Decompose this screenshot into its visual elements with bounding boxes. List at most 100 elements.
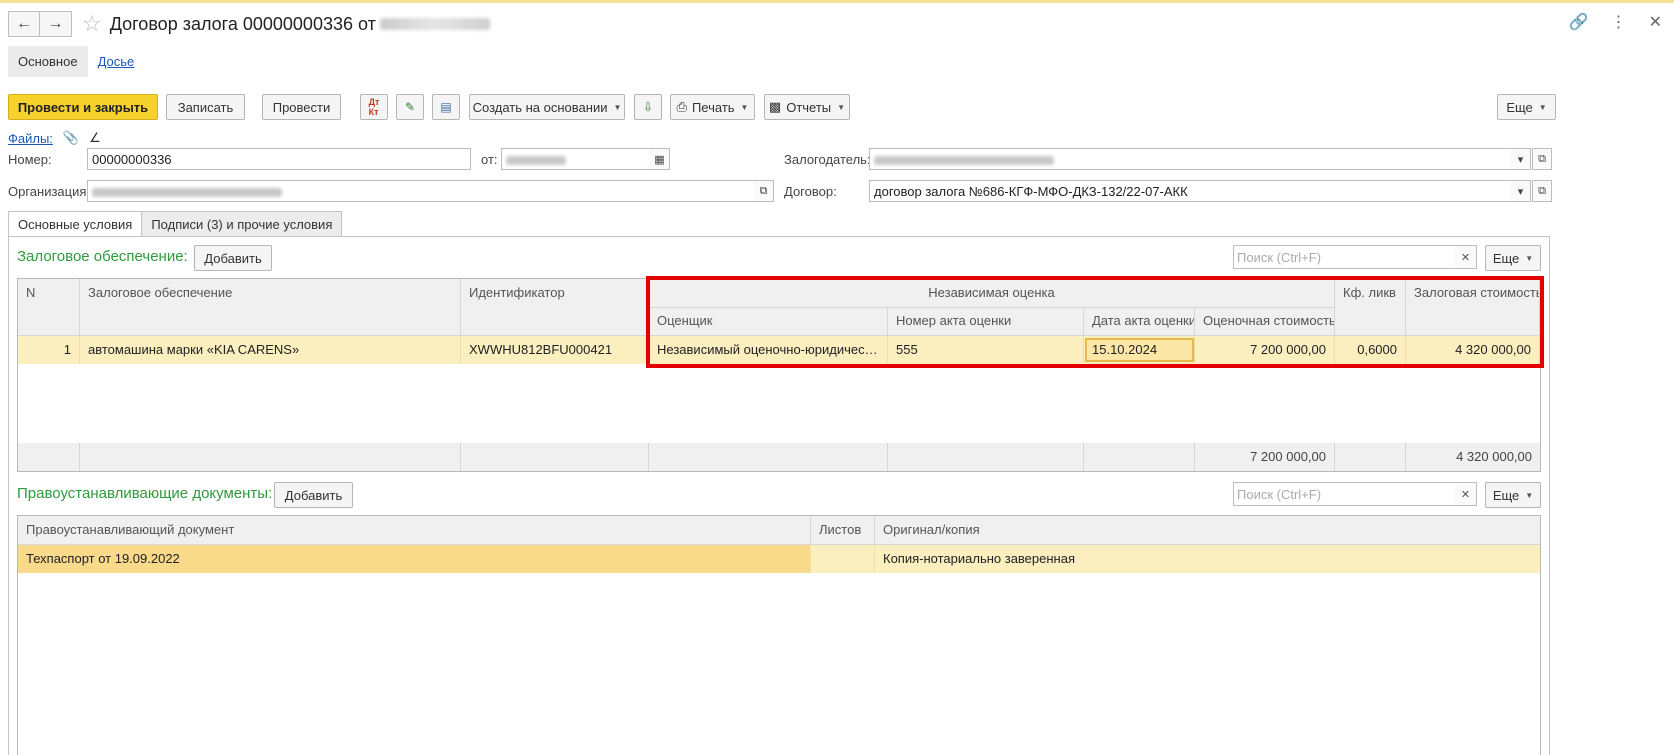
footer-cell xyxy=(80,443,461,471)
title-docs-search-clear-button[interactable]: ✕ xyxy=(1455,482,1477,506)
forward-button[interactable]: → xyxy=(40,11,72,37)
hierarchy-icon: ▤ xyxy=(440,100,452,114)
create-based-on-label: Создать на основании xyxy=(472,99,608,115)
pencil-icon: ✎ xyxy=(404,100,416,114)
more-vertical-icon[interactable]: ⋮ xyxy=(1611,12,1627,32)
files-link[interactable]: Файлы: xyxy=(8,131,53,146)
footer-cell xyxy=(888,443,1084,471)
cell-collateral[interactable]: автомашина марки «KIA CARENS» xyxy=(80,336,461,364)
redacted-organization xyxy=(92,188,282,198)
highlight-annotation xyxy=(646,276,1544,368)
cell-identifier[interactable]: XWWHU812BFU000421 xyxy=(461,336,649,364)
command-bar: Провести и закрыть Записать Провести Дт К… xyxy=(8,94,1658,120)
pledgor-dropdown-button[interactable]: ▾ xyxy=(1511,148,1531,170)
reports-button[interactable]: ▩ Отчеты ▼ xyxy=(764,94,850,120)
calendar-button[interactable]: ▦ xyxy=(650,148,670,170)
column-header-document[interactable]: Правоустанавливающий документ xyxy=(18,516,811,545)
more-label: Еще xyxy=(1492,250,1520,266)
calendar-icon: ▦ xyxy=(654,153,665,166)
paperclip-icon[interactable]: 📎 xyxy=(63,130,79,146)
chevron-down-icon: ▼ xyxy=(1525,253,1534,263)
open-icon: ⧉ xyxy=(1538,152,1546,165)
contract-open-button[interactable]: ⧉ xyxy=(1532,180,1552,202)
edit-button[interactable]: ✎ xyxy=(396,94,424,120)
chart-icon: ▩ xyxy=(768,99,782,114)
title-docs-section-title: Правоустанавливающие документы: xyxy=(17,485,273,502)
footer-cell xyxy=(649,443,888,471)
tab-signatures[interactable]: Подписи (3) и прочие условия xyxy=(142,211,343,237)
close-icon[interactable]: ✕ xyxy=(1649,12,1662,32)
post-button[interactable]: Провести xyxy=(262,94,341,120)
title-docs-add-button[interactable]: Добавить xyxy=(274,482,353,508)
section-main[interactable]: Основное xyxy=(8,46,88,77)
pledgor-field[interactable] xyxy=(869,148,1512,170)
signature-icon[interactable]: ∠ xyxy=(89,130,101,146)
chevron-down-icon: ▾ xyxy=(1517,185,1524,198)
open-icon: ⧉ xyxy=(759,184,768,197)
collateral-search-clear-button[interactable]: ✕ xyxy=(1455,245,1477,269)
organization-label: Организация: xyxy=(8,184,91,199)
title-docs-more-button[interactable]: Еще ▼ xyxy=(1485,482,1541,508)
title-docs-table: Правоустанавливающий документ Листов Ори… xyxy=(17,515,1541,755)
save-button[interactable]: Записать xyxy=(166,94,245,120)
arrow-right-icon: → xyxy=(47,15,64,32)
print-label: Печать xyxy=(691,99,735,115)
title-docs-search-input[interactable]: Поиск (Ctrl+F) xyxy=(1233,482,1456,506)
collateral-add-button[interactable]: Добавить xyxy=(194,245,272,271)
footer-cell xyxy=(1335,443,1406,471)
dt-kt-movements-button[interactable]: Дт Кт xyxy=(360,94,388,120)
organization-field[interactable] xyxy=(87,180,755,202)
section-dossier[interactable]: Досье xyxy=(88,46,145,77)
chevron-down-icon: ▼ xyxy=(740,102,749,112)
footer-total-pledge-value: 4 320 000,00 xyxy=(1406,443,1540,471)
column-header-original[interactable]: Оригинал/копия xyxy=(875,516,1540,545)
create-based-on-button[interactable]: Создать на основании ▼ xyxy=(469,94,625,120)
column-header-sheets[interactable]: Листов xyxy=(811,516,875,545)
more-label: Еще xyxy=(1492,487,1520,503)
export-button[interactable]: ⇩ xyxy=(634,94,662,120)
title-bar: ← → ☆ Договор залога 00000000336 от xyxy=(8,10,490,38)
close-icon: ✕ xyxy=(1460,251,1471,264)
files-row: Файлы: 📎 ∠ xyxy=(8,130,101,146)
redacted-date-value xyxy=(506,156,566,166)
collateral-search-input[interactable]: Поиск (Ctrl+F) xyxy=(1233,245,1456,269)
more-button[interactable]: Еще ▼ xyxy=(1497,94,1556,120)
number-field[interactable]: 00000000336 xyxy=(87,148,471,170)
footer-cell xyxy=(1084,443,1195,471)
close-icon: ✕ xyxy=(1460,488,1471,501)
chevron-down-icon: ▼ xyxy=(1525,490,1534,500)
cell-original[interactable]: Копия-нотариально заверенная xyxy=(875,545,1540,573)
column-header-n[interactable]: N xyxy=(18,279,80,336)
collateral-section-title: Залоговое обеспечение: xyxy=(17,248,188,265)
column-header-identifier[interactable]: Идентификатор xyxy=(461,279,649,336)
footer-cell xyxy=(18,443,80,471)
tab-main-terms[interactable]: Основные условия xyxy=(8,211,143,237)
date-field[interactable] xyxy=(501,148,651,170)
form-tabs: Основные условия Подписи (3) и прочие ус… xyxy=(8,211,343,237)
print-button[interactable]: ⎙ Печать ▼ xyxy=(670,94,755,120)
contract-field[interactable]: договор залога №686-КГФ-МФО-ДКЗ-132/22-0… xyxy=(869,180,1512,202)
cell-n: 1 xyxy=(18,336,80,364)
pledgor-open-button[interactable]: ⧉ xyxy=(1532,148,1552,170)
number-label: Номер: xyxy=(8,152,52,167)
cell-document[interactable]: Техпаспорт от 19.09.2022 xyxy=(18,545,811,573)
favorite-star-icon[interactable]: ☆ xyxy=(82,11,102,37)
cell-sheets[interactable] xyxy=(811,545,875,573)
reports-label: Отчеты xyxy=(786,99,832,115)
collateral-more-button[interactable]: Еще ▼ xyxy=(1485,245,1541,271)
link-icon[interactable]: 🔗 xyxy=(1569,12,1589,32)
section-tabs: Основное Досье xyxy=(8,46,144,77)
contract-dropdown-button[interactable]: ▾ xyxy=(1511,180,1531,202)
top-accent-line xyxy=(0,0,1674,3)
post-and-close-button[interactable]: Провести и закрыть xyxy=(8,94,158,120)
back-button[interactable]: ← xyxy=(8,11,40,37)
printer-icon: ⎙ xyxy=(676,99,687,114)
footer-cell xyxy=(461,443,649,471)
document-form: ← → ☆ Договор залога 00000000336 от 🔗 ⋮ … xyxy=(0,0,1674,755)
column-header-collateral[interactable]: Залоговое обеспечение xyxy=(80,279,461,336)
redacted-pledgor xyxy=(874,156,1054,166)
footer-total-valuation: 7 200 000,00 xyxy=(1195,443,1335,471)
structure-button[interactable]: ▤ xyxy=(432,94,460,120)
organization-open-button[interactable]: ⧉ xyxy=(754,180,774,202)
chevron-down-icon: ▼ xyxy=(837,102,846,112)
